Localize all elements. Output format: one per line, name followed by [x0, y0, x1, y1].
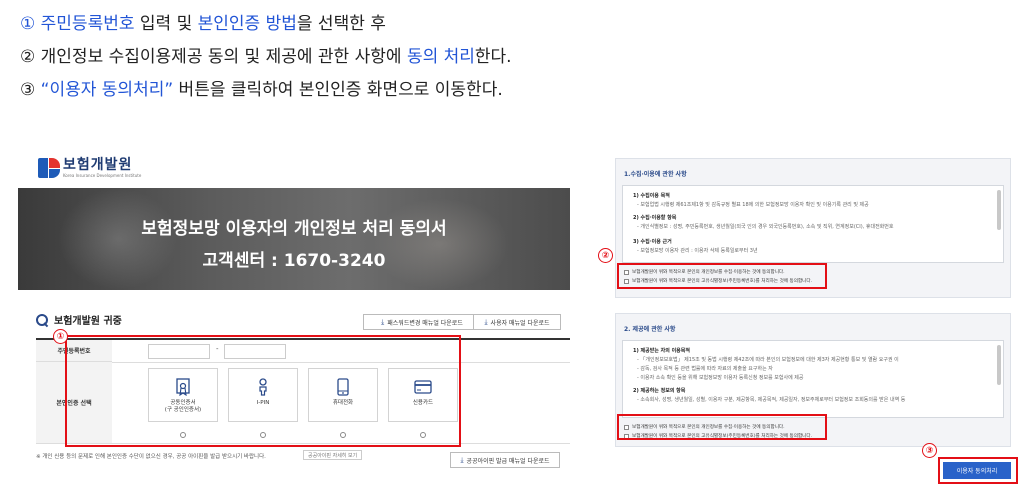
- section-header: 보험개발원 귀중: [36, 312, 122, 327]
- consent-page-screenshot: 보험개발원 Korea Insurance Development Instit…: [18, 152, 570, 482]
- instruction-text: 개인정보 수집이용제공 동의 및 제공에 관한 사항에: [40, 47, 407, 67]
- terms-text: - 감독, 검사 목적 등 관련 법률에 따라 자료의 제출을 요구하는 자: [637, 366, 773, 372]
- step-number: ③: [20, 80, 41, 100]
- download-icon: ⤓: [460, 455, 464, 464]
- public-ipin-detail-link[interactable]: 공공아이핀 자세히 보기: [303, 450, 363, 460]
- user-manual-download-button[interactable]: ⤓ 사용자 매뉴얼 다운로드: [473, 314, 561, 330]
- section-title: 보험개발원 귀중: [54, 316, 122, 327]
- highlighted-text: 본인인증 방법: [197, 14, 297, 34]
- instructions: ① 주민등록번호 입력 및 본인인증 방법을 선택한 후 ② 개인정보 수집이용…: [20, 8, 720, 107]
- search-icon: [36, 313, 48, 326]
- hero-banner: 보험정보망 이용자의 개인정보 처리 동의서 고객센터 : 1670-3240: [18, 188, 570, 290]
- collection-use-title: 1.수집·이용에 관한 사항: [624, 171, 687, 178]
- step-number: ②: [20, 47, 41, 67]
- highlighted-text: 동의 처리: [406, 47, 475, 67]
- logo-subtext: Korea Insurance Development Institute: [63, 173, 142, 178]
- terms-text: - 소속회사, 성명, 생년월일, 성별, 이용자 구분, 제공항목, 제공목적…: [637, 397, 906, 403]
- step-3-badge: ③: [922, 443, 937, 458]
- highlight-box-step-1: [65, 335, 461, 447]
- banner-title: 보험정보망 이용자의 개인정보 처리 동의서: [141, 219, 447, 239]
- terms-scrollbar[interactable]: [997, 345, 1001, 385]
- instruction-3: ③ “이용자 동의처리” 버튼을 클릭하여 본인인증 화면으로 이동한다.: [20, 74, 720, 107]
- terms-text: - 「개인정보보호법」 제15조 및 동법 시행령 제42조에 따라 본인의 보…: [637, 357, 899, 363]
- provision-title: 2. 제공에 관한 사항: [624, 326, 676, 333]
- instruction-text: 버튼을 클릭하여 본인인증 화면으로 이동한다.: [173, 80, 503, 100]
- step-number: ①: [20, 14, 41, 34]
- terms-scrollbar[interactable]: [997, 190, 1001, 230]
- terms-heading: 1) 제공받는 자의 이용목적: [633, 348, 690, 354]
- terms-heading: 3) 수집·이용 근거: [633, 239, 672, 245]
- provision-terms-box[interactable]: 1) 제공받는 자의 이용목적 - 「개인정보보호법」 제15조 및 동법 시행…: [622, 340, 1004, 418]
- kidi-logo: 보험개발원 Korea Insurance Development Instit…: [38, 158, 141, 178]
- collection-use-terms-box[interactable]: 1) 수집이용 목적 - 보험업법 시행령 제61조제1항 및 감독규정 별표 …: [622, 185, 1004, 263]
- terms-text: - 이용자 소속 확인 등을 위해 보험정보망 이용자 등록신청 정보를 보험사…: [637, 375, 804, 381]
- terms-text: - 보험정보망 이용자 관리 : 이용자 삭제 등록일로부터 3년: [637, 248, 758, 254]
- highlight-box-step-3: [938, 457, 1018, 484]
- logo-text: 보험개발원: [63, 157, 133, 173]
- terms-heading: 2) 제공하는 정보의 항목: [633, 388, 686, 394]
- banner-customer-center: 고객센터 : 1670-3240: [202, 251, 386, 271]
- terms-text: - 개인식별정보 : 성명, 주민등록번호, 생년월일(외국 인의 경우 외국인…: [637, 224, 894, 230]
- instruction-text: 을 선택한 후: [296, 14, 386, 34]
- highlighted-text: “이용자 동의처리”: [40, 80, 174, 100]
- highlight-box-step-2a: [617, 263, 827, 289]
- step-2-badge: ②: [598, 248, 613, 263]
- download-icon: ⤓: [381, 317, 385, 326]
- instruction-text: 한다.: [474, 47, 512, 67]
- ipin-notice: ※ 개인 신용 등의 문제로 인해 본인인증 수단이 없으신 경우, 공공 아이…: [36, 454, 266, 460]
- highlight-box-step-2b: [617, 414, 827, 440]
- kidi-logo-mark-icon: [38, 158, 60, 178]
- highlighted-text: 주민등록번호: [40, 14, 135, 34]
- instruction-2: ② 개인정보 수집이용제공 동의 및 제공에 관한 사항에 동의 처리한다.: [20, 41, 720, 74]
- password-manual-download-button[interactable]: ⤓ 패스워드변경 매뉴얼 다운로드: [363, 314, 481, 330]
- terms-heading: 1) 수집이용 목적: [633, 193, 670, 199]
- instruction-1: ① 주민등록번호 입력 및 본인인증 방법을 선택한 후: [20, 8, 720, 41]
- terms-heading: 2) 수집·이용할 항목: [633, 215, 677, 221]
- terms-text: - 보험업법 시행령 제61조제1항 및 감독규정 별표 18에 의한 보험정보…: [637, 202, 869, 208]
- public-ipin-manual-download-button[interactable]: ⤓ 공공아이핀 발급 매뉴얼 다운로드: [450, 452, 560, 468]
- step-1-badge: ①: [53, 329, 68, 344]
- download-icon: ⤓: [484, 317, 488, 326]
- instruction-text: 입력 및: [134, 14, 198, 34]
